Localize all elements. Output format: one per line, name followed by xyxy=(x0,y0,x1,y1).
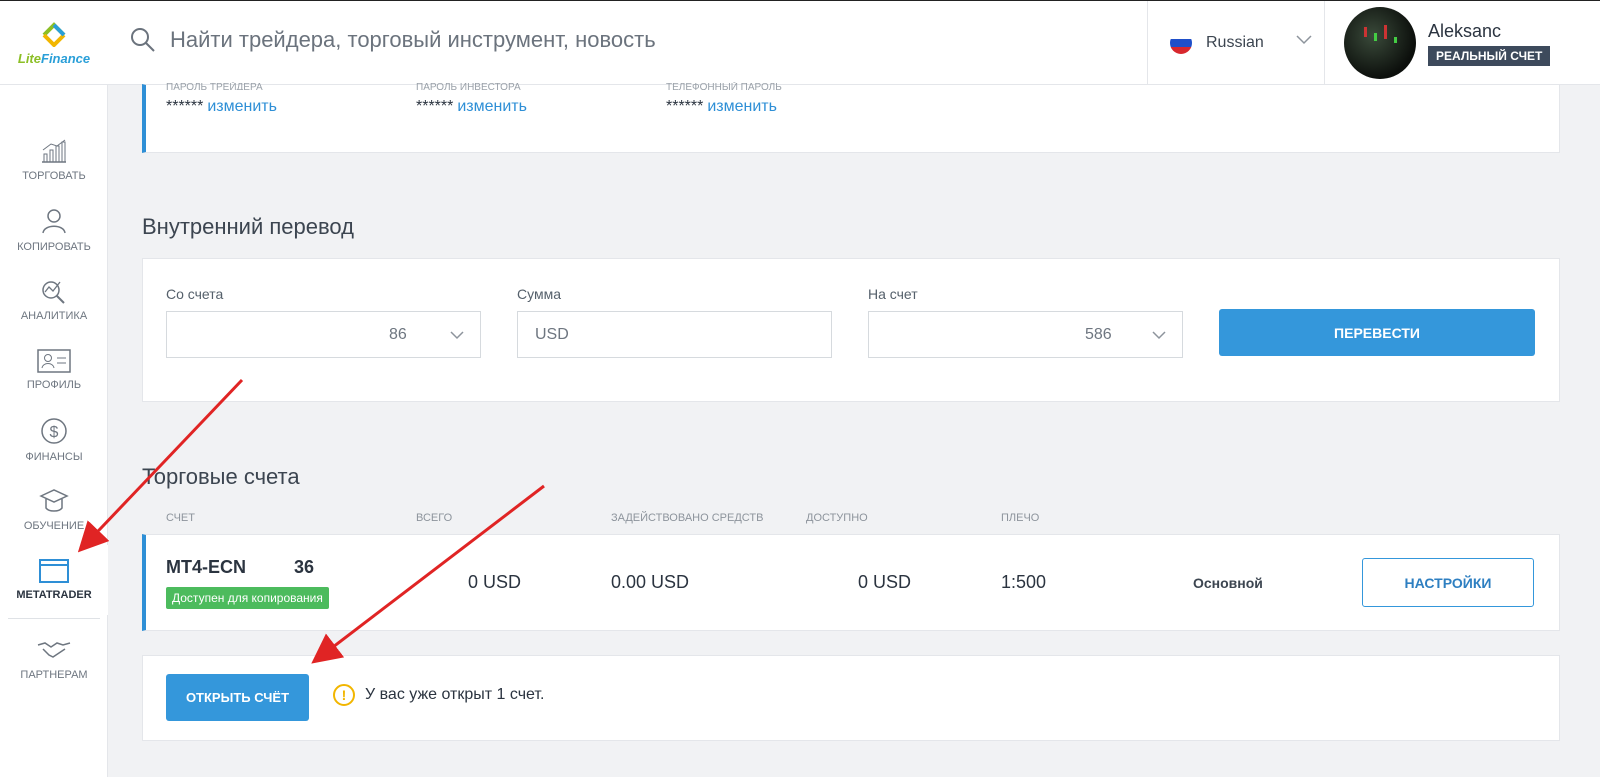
chevron-down-icon xyxy=(1296,35,1312,45)
change-password-link[interactable]: изменить xyxy=(457,98,527,115)
sidebar: ТОРГОВАТЬ КОПИРОВАТЬ АНАЛИТИКА ПРОФИЛЬ $ xyxy=(0,85,108,777)
account-total: 0 USD xyxy=(468,572,522,592)
to-account-label: На счет xyxy=(868,286,918,302)
password-label: ПАРОЛЬ ТРЕЙДЕРА xyxy=(166,82,263,90)
account-row xyxy=(142,534,1560,631)
user-menu[interactable]: Aleksanc РЕАЛЬНЫЙ СЧЕТ xyxy=(1344,1,1551,85)
accounts-title: Торговые счета xyxy=(142,464,300,489)
account-name[interactable]: MT4-ECN 36 xyxy=(166,557,314,578)
trader-password: ****** изменить xyxy=(166,98,277,115)
account-available: 0 USD xyxy=(858,572,912,592)
brand-name: LiteFinance xyxy=(17,50,91,66)
primary-account-label: Основной xyxy=(1193,575,1263,591)
column-header: СЧЕТ xyxy=(166,512,195,524)
from-account-select[interactable]: 86 xyxy=(166,311,481,358)
amount-label: Сумма xyxy=(517,286,561,302)
sidebar-item-education[interactable]: ОБУЧЕНИЕ xyxy=(0,475,108,545)
column-header: ЗАДЕЙСТВОВАНО СРЕДСТВ xyxy=(611,512,764,524)
account-used: 0.00 USD xyxy=(611,572,690,592)
investor-password: ****** изменить xyxy=(416,98,527,115)
account-notice: ! У вас уже открыт 1 счет. xyxy=(333,684,544,706)
logo-mark-icon xyxy=(42,21,66,47)
passwords-card xyxy=(142,84,1560,153)
chevron-down-icon xyxy=(1152,331,1166,340)
transfer-button[interactable]: ПЕРЕВЕСТИ xyxy=(1219,309,1535,356)
sidebar-item-analytics[interactable]: АНАЛИТИКА xyxy=(0,265,108,335)
sidebar-item-trade[interactable]: ТОРГОВАТЬ xyxy=(0,125,108,195)
search-input[interactable]: Найти трейдера, торговый инструмент, нов… xyxy=(170,27,656,53)
password-label: ТЕЛЕФОННЫЙ ПАРОЛЬ xyxy=(666,82,782,90)
open-account-button[interactable]: ОТКРЫТЬ СЧЁТ xyxy=(166,674,309,721)
profile-card-icon xyxy=(37,349,71,373)
sidebar-item-profile[interactable]: ПРОФИЛЬ xyxy=(0,335,108,405)
sidebar-item-metatrader[interactable]: METATRADER xyxy=(0,545,108,615)
handshake-icon xyxy=(37,642,71,658)
account-leverage: 1:500 xyxy=(1001,572,1047,592)
chevron-down-icon xyxy=(450,331,464,340)
chart-icon xyxy=(42,139,66,163)
dollar-icon: $ xyxy=(41,418,67,444)
column-header: ВСЕГО xyxy=(416,512,453,524)
language-label: Russian xyxy=(1206,34,1264,51)
phone-password: ****** изменить xyxy=(666,98,777,115)
avatar[interactable] xyxy=(1344,7,1416,79)
change-password-link[interactable]: изменить xyxy=(207,98,277,115)
sidebar-divider xyxy=(8,618,100,619)
transfer-title: Внутренний перевод xyxy=(142,214,355,239)
password-label: ПАРОЛЬ ИНВЕСТОРА xyxy=(416,82,521,90)
user-name: Aleksanc xyxy=(1428,20,1502,41)
graduation-cap-icon xyxy=(39,489,69,512)
amount-input[interactable]: USD xyxy=(517,311,832,358)
account-type-badge: РЕАЛЬНЫЙ СЧЕТ xyxy=(1428,45,1551,66)
search-icon xyxy=(131,28,155,52)
to-account-select[interactable]: 586 xyxy=(868,311,1183,358)
sidebar-item-partners[interactable]: ПАРТНЕРАМ xyxy=(0,625,108,695)
sidebar-item-copy[interactable]: КОПИРОВАТЬ xyxy=(0,195,108,265)
change-password-link[interactable]: изменить xyxy=(707,98,777,115)
from-account-label: Со счета xyxy=(166,286,224,302)
svg-text:$: $ xyxy=(50,424,59,441)
column-header: ДОСТУПНО xyxy=(806,512,868,524)
copy-available-badge: Доступен для копирования xyxy=(166,587,329,609)
top-bar: LiteFinance Найти трейдера, торговый инс… xyxy=(0,0,1600,85)
warning-icon: ! xyxy=(333,684,355,706)
analytics-icon xyxy=(42,281,65,304)
sidebar-item-finance[interactable]: $ ФИНАНСЫ xyxy=(0,405,108,475)
column-header: ПЛЕЧО xyxy=(1001,512,1040,524)
brand-logo[interactable]: LiteFinance xyxy=(0,1,108,85)
user-copy-icon xyxy=(42,209,66,234)
search-bar[interactable]: Найти трейдера, торговый инструмент, нов… xyxy=(130,27,656,53)
settings-button[interactable]: НАСТРОЙКИ xyxy=(1362,558,1534,607)
window-icon xyxy=(39,559,69,583)
language-selector[interactable]: Russian xyxy=(1147,1,1325,85)
russia-flag-icon xyxy=(1170,32,1192,54)
